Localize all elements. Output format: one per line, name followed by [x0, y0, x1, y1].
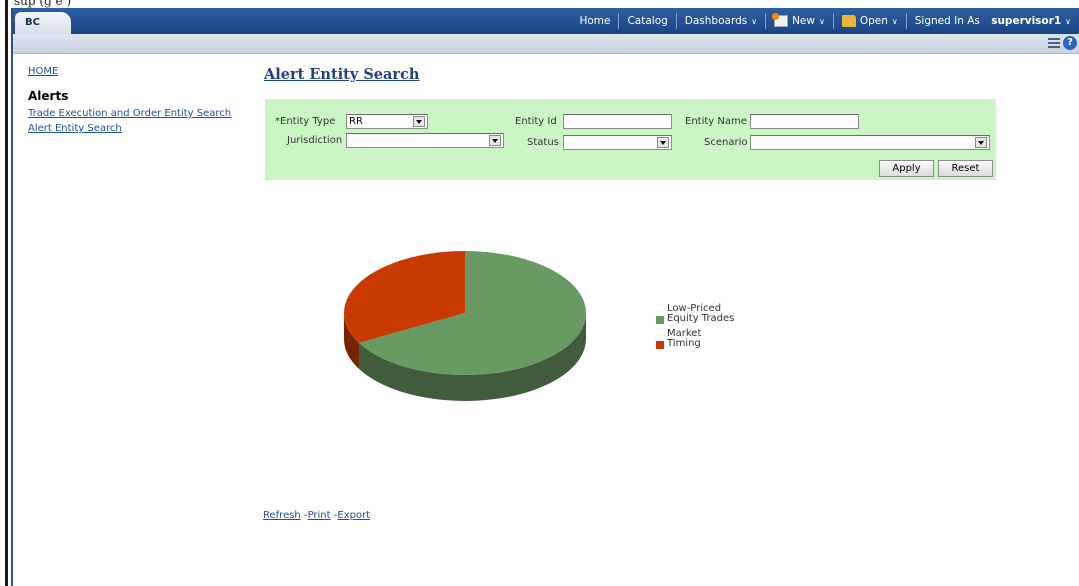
- help-icon[interactable]: ?: [1063, 36, 1077, 50]
- dropdown-arrow-icon[interactable]: [657, 137, 669, 148]
- apply-button[interactable]: Apply: [879, 160, 934, 177]
- export-link[interactable]: Export: [337, 510, 370, 521]
- sidebar-heading: Alerts: [28, 89, 69, 103]
- entity-id-input[interactable]: [563, 114, 672, 129]
- new-document-icon: [772, 13, 789, 27]
- chevron-down-icon: ∨: [818, 16, 825, 26]
- print-link[interactable]: Print: [308, 510, 331, 521]
- sidebar: HOME Alerts Trade Execution and Order En…: [28, 66, 248, 136]
- search-panel: *Entity Type RR Entity Id Entity Name Ju…: [265, 99, 996, 180]
- reset-button[interactable]: Reset: [938, 160, 993, 177]
- legend-label: Market Timing: [667, 328, 702, 349]
- top-scrap-text: sup (g e ): [14, 0, 72, 8]
- global-header: BC Home Catalog Dashboards ∨ New ∨ Open ∨ S…: [13, 8, 1079, 34]
- nav-dashboards[interactable]: Dashboards ∨: [675, 13, 765, 29]
- entity-id-label: Entity Id: [515, 116, 557, 127]
- sidebar-item-alert-entity-search[interactable]: Alert Entity Search: [28, 121, 248, 136]
- signed-in-label: Signed In As: [914, 15, 980, 27]
- entity-type-label-text: Entity Type: [280, 116, 336, 127]
- legend-swatch: [656, 341, 664, 349]
- nav-new-label: New: [792, 15, 815, 27]
- nav-user-menu[interactable]: Signed In As supervisor1 ∨: [905, 13, 1079, 29]
- nav-open-label: Open: [859, 15, 888, 27]
- brand-tab[interactable]: BC: [15, 12, 71, 34]
- chevron-down-icon: ∨: [751, 16, 758, 26]
- entity-type-select[interactable]: RR: [346, 114, 428, 129]
- legend-item: Low-Priced Equity Trades: [656, 304, 741, 324]
- scenario-select[interactable]: [750, 135, 990, 150]
- entity-type-value: RR: [349, 116, 363, 127]
- status-select[interactable]: [563, 135, 672, 150]
- scenario-label: Scenario: [704, 137, 748, 148]
- status-label: Status: [527, 137, 559, 148]
- dropdown-arrow-icon[interactable]: [489, 135, 501, 146]
- nav-dashboards-label: Dashboards: [684, 15, 748, 27]
- chevron-down-icon: ∨: [1065, 16, 1071, 26]
- user-name: supervisor1: [991, 15, 1062, 27]
- toolbar-icons: ?: [1048, 36, 1077, 50]
- nav-open[interactable]: Open ∨: [832, 13, 906, 29]
- dropdown-arrow-icon[interactable]: [413, 116, 425, 127]
- chart-legend: Low-Priced Equity Trades Market Timing: [656, 304, 741, 354]
- legend-item: Market Timing: [656, 329, 741, 349]
- nav-catalog[interactable]: Catalog: [618, 13, 675, 29]
- nav-home-label: Home: [579, 15, 611, 27]
- entity-type-label: *Entity Type: [275, 116, 335, 127]
- legend-label: Low-Priced Equity Trades: [667, 303, 735, 324]
- nav-home[interactable]: Home: [571, 13, 618, 29]
- legend-swatch: [656, 316, 664, 324]
- home-link[interactable]: HOME: [28, 66, 248, 77]
- jurisdiction-select[interactable]: [346, 133, 504, 148]
- left-frame-accent: [11, 8, 13, 586]
- folder-icon: [841, 15, 856, 27]
- entity-name-label: Entity Name: [685, 116, 747, 127]
- dropdown-arrow-icon[interactable]: [975, 137, 987, 148]
- chevron-down-icon: ∨: [891, 16, 898, 26]
- global-nav: Home Catalog Dashboards ∨ New ∨ Open ∨ Sign…: [571, 8, 1079, 34]
- pie-chart: [344, 251, 586, 401]
- top-strip: sup (g e ): [0, 0, 1079, 8]
- page-options-icon[interactable]: [1048, 38, 1060, 48]
- footer-links: Refresh -Print -Export: [263, 510, 370, 521]
- jurisdiction-label: Jurisdiction: [287, 135, 343, 146]
- page-toolbar: ?: [13, 34, 1079, 54]
- nav-catalog-label: Catalog: [627, 15, 668, 27]
- refresh-link[interactable]: Refresh: [263, 510, 301, 521]
- sidebar-item-trade-execution[interactable]: Trade Execution and Order Entity Search: [28, 106, 248, 121]
- page-title: Alert Entity Search: [264, 66, 420, 83]
- left-frame: [0, 0, 8, 586]
- entity-name-input[interactable]: [750, 114, 859, 129]
- nav-new[interactable]: New ∨: [765, 13, 833, 29]
